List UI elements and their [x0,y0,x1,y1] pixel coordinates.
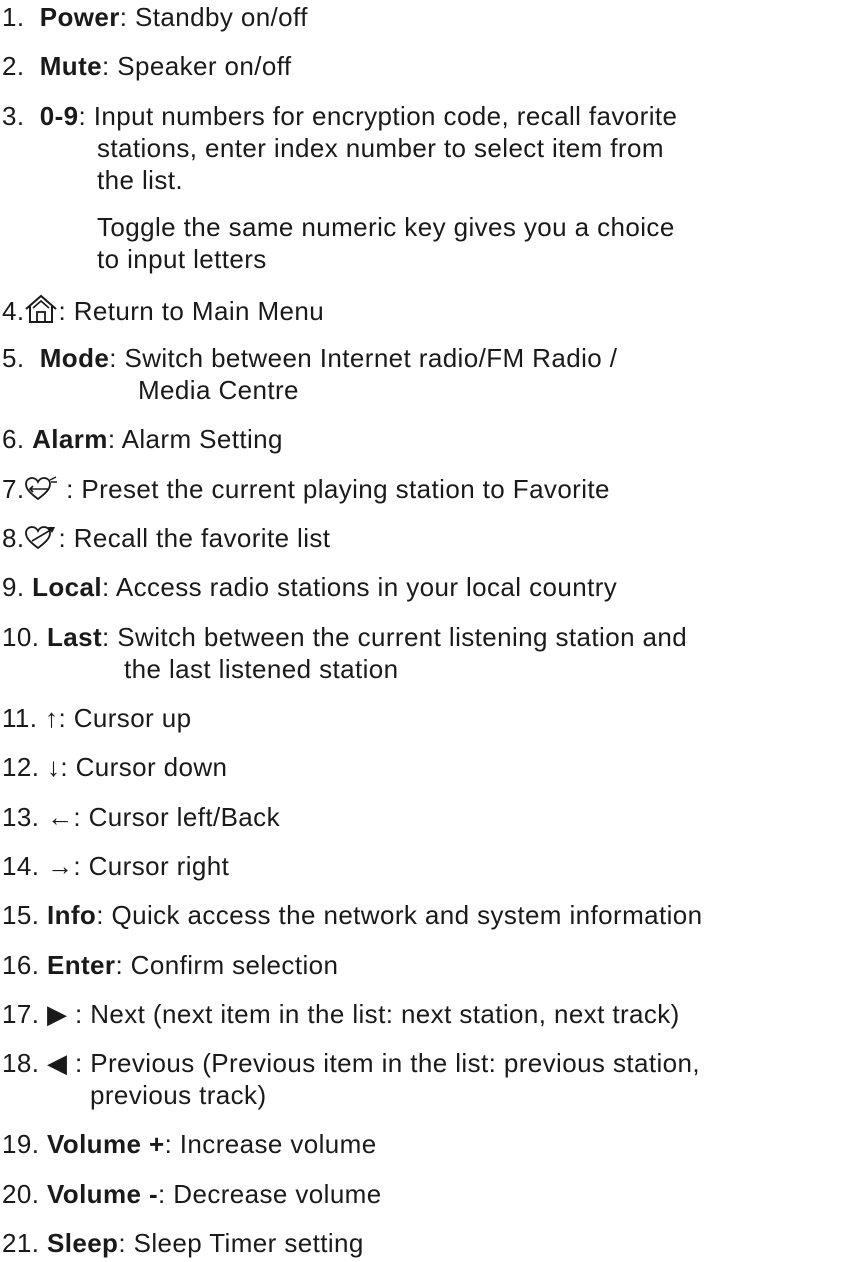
list-item-power: 1. Power: Standby on/off [2,2,862,34]
key-description: : Return to Main Menu [58,295,325,326]
item-number: 10. [2,621,40,652]
key-description-continued: the list. [97,164,183,195]
item-number: 14. [2,850,40,881]
item-number: 7. [2,473,25,504]
key-description: : Access radio stations in your local co… [102,572,618,603]
key-description: : Decrease volume [158,1178,382,1209]
item-number: 11. [2,702,38,733]
key-description: : Switch between the current listening s… [102,621,688,652]
key-description: : Recall the favorite list [58,522,331,553]
key-label: Enter [46,949,116,980]
item-number: 12. [2,752,40,783]
list-item-info: 15. Info: Quick access the network and s… [2,900,862,932]
key-description: : Sleep Timer setting [118,1228,364,1259]
key-label: Sleep [46,1228,119,1259]
key-description: : Cursor right [73,850,230,881]
item-number: 1. [2,2,25,32]
key-description: : Cursor left/Back [73,801,280,832]
key-description: : Next (next item in the list: next stat… [67,998,680,1029]
item-number: 21. [2,1228,40,1259]
key-description-continued: Media Centre [138,374,299,405]
item-number: 16. [2,949,40,980]
list-item-numeric-keys: 3. 0-9: Input numbers for encryption cod… [2,101,862,277]
item-number: 18. [2,1048,40,1079]
list-item-mode: 5. Mode: Switch between Internet radio/F… [2,343,862,407]
key-label: Alarm [32,424,108,455]
list-item-cursor-left: 13. ←: Cursor left/Back [2,802,862,834]
key-description: : Confirm selection [115,949,339,980]
key-description: : Cursor down [60,752,228,783]
list-item-recall-favorite: 8. : Recall the favorite list [2,523,862,555]
key-label: Mode [39,343,110,373]
item-number: 9. [2,572,25,603]
arrow-left-icon: ← [46,801,74,832]
arrow-down-icon: ↓ [46,752,61,783]
key-label: Info [46,900,97,931]
remote-control-key-list: 1. Power: Standby on/off 2. Mute: Speake… [0,0,865,1262]
item-number: 3. [2,100,25,131]
key-description: : Alarm Setting [107,424,283,455]
list-item-cursor-up: 11. ↑: Cursor up [2,703,862,735]
item-number: 19. [2,1129,40,1160]
item-number: 15. [2,900,40,931]
key-description: : Quick access the network and system in… [96,900,703,931]
key-description: : Input numbers for encryption code, rec… [78,100,678,131]
list-item-preset-favorite: 7. : Preset the current playing station … [2,474,862,506]
item-number: 20. [2,1178,40,1209]
key-description: : Cursor up [58,702,192,733]
key-description: : Increase volume [164,1129,377,1160]
arrow-right-icon: → [46,850,74,881]
item-number: 4. [2,295,25,326]
heart-add-icon [24,475,58,502]
list-item-home: 4. : Return to Main Menu [2,294,862,328]
list-item-sleep: 21. Sleep: Sleep Timer setting [2,1228,862,1260]
list-item-local: 9. Local: Access radio stations in your … [2,572,862,604]
key-note: Toggle the same numeric key gives you a … [97,212,675,243]
list-item-alarm: 6. Alarm: Alarm Setting [2,424,862,456]
list-item-previous: 18. ◀ : Previous (Previous item in the l… [2,1048,862,1112]
key-description: : Standby on/off [119,2,308,32]
item-number: 2. [2,51,25,82]
list-item-enter: 16. Enter: Confirm selection [2,950,862,982]
item-number: 5. [2,343,25,373]
key-label: Local [32,572,103,603]
key-label: Mute [39,51,102,82]
home-icon [24,294,58,324]
item-number: 13. [2,801,40,832]
key-description-continued: previous track) [90,1080,267,1111]
item-number: 6. [2,424,25,455]
heart-arrow-icon [24,525,58,551]
item-number: 8. [2,522,25,553]
list-item-last: 10. Last: Switch between the current lis… [2,622,862,686]
list-item-cursor-right: 14. →: Cursor right [2,851,862,883]
list-item-mute: 2. Mute: Speaker on/off [2,51,862,83]
key-label: Power [39,2,120,32]
list-item-volume-down: 20. Volume -: Decrease volume [2,1179,862,1211]
key-label: Volume - [46,1178,159,1209]
arrow-up-icon: ↑ [45,702,59,733]
key-label: Last [46,621,103,652]
list-item-volume-up: 19. Volume +: Increase volume [2,1129,862,1161]
key-description-continued: the last listened station [124,653,399,684]
key-description: : Speaker on/off [102,51,292,82]
key-note: to input letters [97,244,267,275]
key-description: : Previous (Previous item in the list: p… [67,1048,700,1079]
item-number: 17. [2,998,40,1029]
key-label: 0-9 [39,100,79,131]
key-description: : Preset the current playing station to … [58,473,610,504]
play-next-icon: ▶ [46,998,68,1029]
list-item-cursor-down: 12. ↓: Cursor down [2,752,862,784]
play-previous-icon: ◀ [46,1048,68,1079]
key-label: Volume + [46,1129,165,1160]
key-description-continued: stations, enter index number to select i… [97,132,664,163]
list-item-next: 17. ▶ : Next (next item in the list: nex… [2,999,862,1031]
key-description: : Switch between Internet radio/FM Radio… [109,343,618,373]
